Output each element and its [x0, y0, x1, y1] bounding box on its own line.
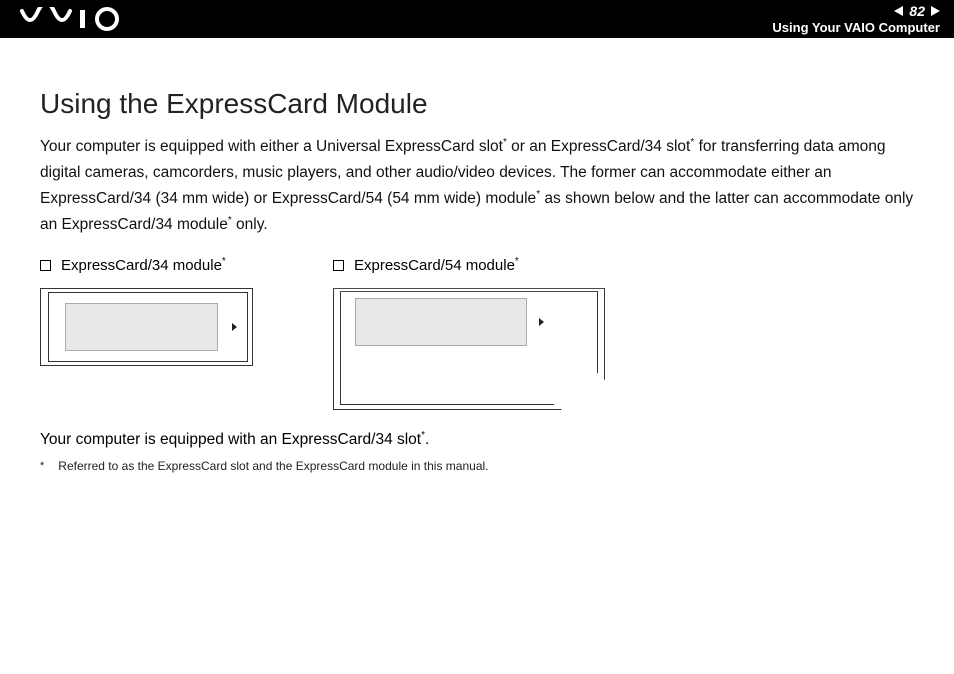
insert-arrow-icon — [539, 318, 544, 326]
prev-page-arrow-icon[interactable] — [894, 6, 903, 16]
equipped-line: Your computer is equipped with an Expres… — [40, 430, 914, 449]
page-title: Using the ExpressCard Module — [40, 88, 914, 120]
intro-text-5: only. — [232, 216, 268, 233]
page-content: Using the ExpressCard Module Your comput… — [0, 38, 954, 473]
module-34-label: ExpressCard/34 module* — [40, 256, 253, 274]
module-54-label: ExpressCard/54 module* — [333, 256, 603, 274]
module-34-column: ExpressCard/34 module* — [40, 256, 253, 408]
intro-paragraph: Your computer is equipped with either a … — [40, 134, 914, 238]
topbar: 82 Using Your VAIO Computer — [0, 0, 954, 38]
footnote-star: * — [515, 256, 519, 267]
footnote-marker: * — [40, 459, 44, 472]
expresscard-54-figure — [333, 288, 603, 408]
footnote-star: * — [222, 256, 226, 267]
expresscard-34-figure — [40, 288, 253, 366]
module-54-name: ExpressCard/54 module — [354, 257, 515, 274]
square-bullet-icon — [333, 260, 344, 271]
vaio-logo — [20, 7, 130, 31]
expresscard-54-card — [355, 298, 527, 346]
intro-text-2: or an ExpressCard/34 slot — [507, 138, 691, 155]
footnote-text: Referred to as the ExpressCard slot and … — [58, 459, 488, 473]
module-figures: ExpressCard/34 module* ExpressCard/54 mo… — [40, 256, 914, 408]
equip-text-2: . — [425, 431, 429, 448]
next-page-arrow-icon[interactable] — [931, 6, 940, 16]
page-number: 82 — [909, 3, 925, 19]
expresscard-34-slot — [48, 292, 248, 362]
section-title: Using Your VAIO Computer — [772, 20, 940, 35]
page-indicator: 82 Using Your VAIO Computer — [772, 3, 940, 35]
square-bullet-icon — [40, 260, 51, 271]
intro-text-1: Your computer is equipped with either a … — [40, 138, 503, 155]
insert-arrow-icon — [232, 323, 237, 331]
footnote-line: * Referred to as the ExpressCard slot an… — [40, 459, 914, 473]
expresscard-34-card — [65, 303, 218, 351]
equip-text-1: Your computer is equipped with an Expres… — [40, 431, 421, 448]
module-34-name: ExpressCard/34 module — [61, 257, 222, 274]
module-54-column: ExpressCard/54 module* — [333, 256, 603, 408]
